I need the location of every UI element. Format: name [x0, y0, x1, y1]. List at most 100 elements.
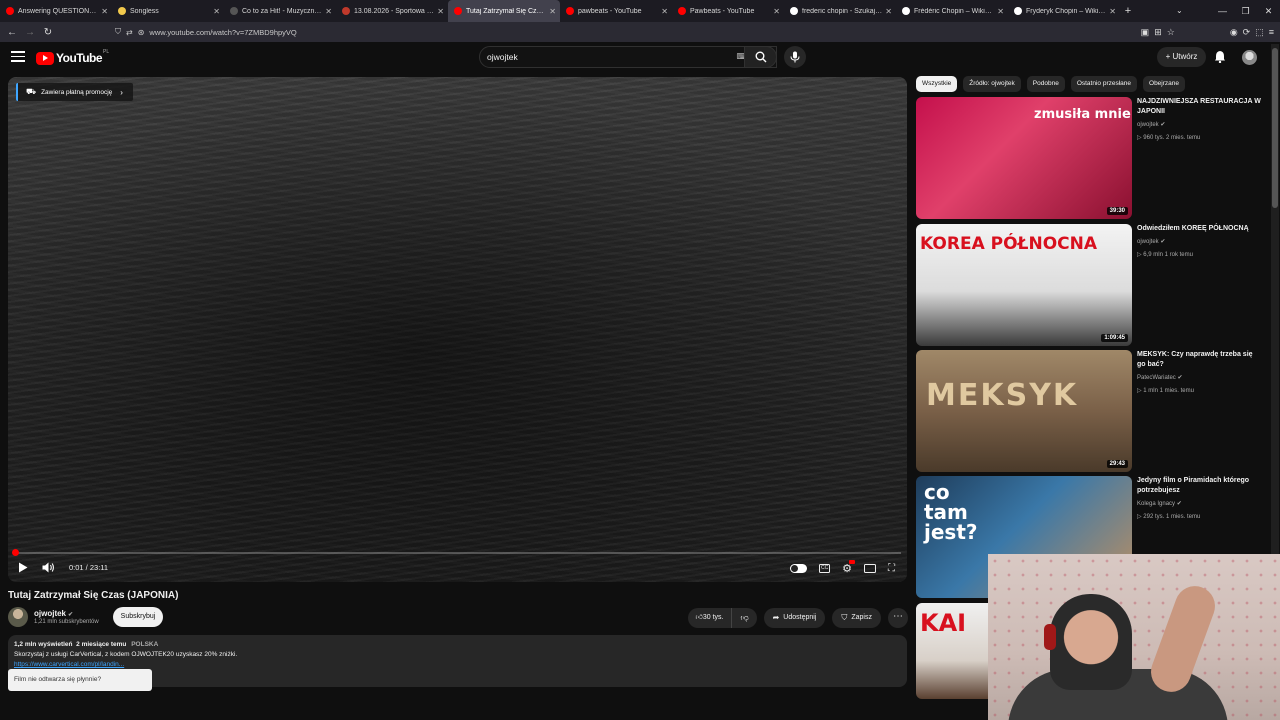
- video-player[interactable]: ⛟ Zawiera płatną promocję › 0:01 / 23:11…: [8, 77, 907, 582]
- youtube-logo[interactable]: YouTube PL: [36, 49, 109, 65]
- subtitles-icon[interactable]: CC: [819, 564, 831, 573]
- bookmark-star-icon[interactable]: ☆: [1167, 27, 1175, 38]
- address-bar[interactable]: ⛉ ⇄ ⊛ www.youtube.com/watch?v=7ZMBD9hpyV…: [115, 24, 1095, 40]
- tab-close-icon[interactable]: ✕: [101, 7, 108, 16]
- fullscreen-icon[interactable]: ⛶: [888, 563, 895, 574]
- tab-close-icon[interactable]: ✕: [885, 7, 892, 16]
- url-text[interactable]: www.youtube.com/watch?v=7ZMBD9hpyVQ: [149, 28, 296, 37]
- sync-icon[interactable]: ⟳: [1243, 27, 1251, 38]
- reader-view-icon[interactable]: ▣: [1141, 27, 1150, 38]
- filter-chip[interactable]: Obejrzane: [1143, 76, 1186, 92]
- recommended-channel-name[interactable]: Kolega Ignacy ✔: [1137, 499, 1262, 509]
- dislike-button[interactable]: 👎︎: [732, 608, 756, 628]
- share-button[interactable]: ➦ Udostępnij: [763, 608, 826, 628]
- browser-tab[interactable]: frederic chopin - Szukaj w Googl✕: [784, 0, 896, 22]
- recommended-channel-text[interactable]: ojwojtek: [1137, 122, 1159, 128]
- recommended-video-info[interactable]: NAJDZIWNIEJSZA RESTAURACJA W JAPONII ojwo…: [1137, 97, 1262, 143]
- minimize-icon[interactable]: —: [1211, 0, 1234, 22]
- playback-issue-toast[interactable]: Film nie odtwarza się płynnie?: [8, 669, 152, 691]
- reload-icon[interactable]: ↻: [39, 27, 57, 38]
- filter-chip[interactable]: Ostatnio przesłane: [1070, 76, 1138, 92]
- tab-close-icon[interactable]: ✕: [773, 7, 780, 16]
- extensions-icon[interactable]: ⬚: [1255, 27, 1264, 38]
- settings-gear-icon[interactable]: ⚙: [842, 560, 855, 575]
- new-tab-button[interactable]: +: [1120, 5, 1136, 17]
- maximize-icon[interactable]: ❐: [1234, 0, 1257, 22]
- recommended-video-title[interactable]: Jedyny film o Piramidach którego potrzeb…: [1137, 476, 1262, 496]
- browser-tab[interactable]: Songless ✕: [112, 0, 224, 22]
- browser-tab[interactable]: pawbeats - YouTube ✕: [560, 0, 672, 22]
- recommended-video-info[interactable]: MEKSYK: Czy naprawdę trzeba się go bać? P…: [1137, 350, 1262, 396]
- menu-icon[interactable]: ≡: [1269, 27, 1274, 37]
- scrollbar-thumb[interactable]: [1272, 48, 1278, 208]
- paid-promotion-badge[interactable]: ⛟ Zawiera płatną promocję ›: [16, 83, 133, 101]
- recommended-video-info[interactable]: Jedyny film o Piramidach którego potrzeb…: [1137, 476, 1262, 522]
- search-button[interactable]: [744, 46, 777, 68]
- video-thumbnail[interactable]: zmusiła mnie 39:30: [916, 97, 1132, 219]
- channel-name-text[interactable]: ojwojtek: [34, 609, 66, 618]
- recommended-video[interactable]: MEKSYK 29:43 MEKSYK: Czy naprawdę trzeba s…: [916, 350, 1264, 472]
- subscribe-button[interactable]: Subskrybuj: [113, 607, 163, 627]
- account-avatar[interactable]: [1242, 50, 1257, 65]
- close-window-icon[interactable]: ✕: [1257, 0, 1280, 22]
- volume-icon[interactable]: [42, 562, 55, 573]
- recommended-channel-text[interactable]: PatecWariatec: [1137, 375, 1176, 381]
- recommended-video-title[interactable]: Odwiedziłem KOREĘ PÓŁNOCNĄ: [1137, 224, 1262, 234]
- forward-icon[interactable]: →: [21, 27, 39, 38]
- tab-close-icon[interactable]: ✕: [997, 7, 1004, 16]
- browser-tab[interactable]: Answering QUESTIONS 😊 Q&A✕: [0, 0, 112, 22]
- hamburger-menu-icon[interactable]: [11, 51, 25, 63]
- tab-close-icon[interactable]: ✕: [437, 7, 444, 16]
- search-input[interactable]: ojwojtek ⌨ ✕: [479, 46, 777, 68]
- filter-chip[interactable]: Wszystkie: [916, 76, 958, 92]
- browser-tab[interactable]: 13.08.2026 - Sportowa krzyżówk✕: [336, 0, 448, 22]
- voice-search-button[interactable]: [784, 46, 806, 68]
- permissions-icon[interactable]: ⇄: [126, 28, 133, 37]
- browser-tab[interactable]: Pawbeats - YouTube ✕: [672, 0, 784, 22]
- video-thumbnail[interactable]: MEKSYK 29:43: [916, 350, 1132, 472]
- browser-tab[interactable]: Co to za Hit! - Muzyczny Quiz Hip-H✕: [224, 0, 336, 22]
- progress-bar[interactable]: [11, 549, 901, 556]
- tab-close-icon[interactable]: ✕: [661, 7, 668, 16]
- description-link[interactable]: https://www.carvertical.com/pl/landin...: [14, 661, 901, 668]
- browser-tab[interactable]: Frédéric Chopin – Wikipedia ✕: [896, 0, 1008, 22]
- shield-icon[interactable]: ⛉: [115, 27, 121, 37]
- filter-chip[interactable]: Podobne: [1026, 76, 1065, 92]
- filter-chip[interactable]: Źródło: ojwojtek: [963, 76, 1021, 92]
- recommended-channel-text[interactable]: ojwojtek: [1137, 239, 1159, 245]
- create-button[interactable]: + Utwórz: [1157, 47, 1206, 67]
- recommended-video-title[interactable]: MEKSYK: Czy naprawdę trzeba się go bać?: [1137, 350, 1262, 370]
- recommended-channel-name[interactable]: ojwojtek ✔: [1137, 237, 1262, 247]
- channel-name[interactable]: ojwojtek ✔: [34, 609, 73, 618]
- location-tag[interactable]: POLSKA: [131, 641, 158, 648]
- like-button[interactable]: 👍︎ 30 tys.: [688, 608, 733, 628]
- notifications-bell-icon[interactable]: [1214, 50, 1226, 63]
- tab-close-icon[interactable]: ✕: [549, 7, 556, 16]
- tab-close-icon[interactable]: ✕: [1109, 7, 1116, 16]
- theater-mode-icon[interactable]: [864, 564, 876, 573]
- back-icon[interactable]: ←: [3, 27, 21, 38]
- search-query[interactable]: ojwojtek: [487, 52, 518, 62]
- tab-close-icon[interactable]: ✕: [325, 7, 332, 16]
- recommended-video-title[interactable]: NAJDZIWNIEJSZA RESTAURACJA W JAPONII: [1137, 97, 1262, 117]
- tab-list-button[interactable]: ⌄: [1176, 0, 1183, 22]
- channel-avatar[interactable]: [8, 607, 28, 627]
- recommended-channel-name[interactable]: PatecWariatec ✔: [1137, 373, 1262, 383]
- recommended-channel-text[interactable]: Kolega Ignacy: [1137, 501, 1175, 507]
- more-actions-button[interactable]: ⋯: [888, 608, 908, 628]
- account-icon[interactable]: ◉: [1230, 27, 1238, 38]
- progress-scrubber[interactable]: [11, 549, 19, 556]
- recommended-video[interactable]: KOREA PÓŁNOCNA 1:09:45 Odwiedziłem KOREĘ P…: [916, 224, 1264, 346]
- recommended-video-info[interactable]: Odwiedziłem KOREĘ PÓŁNOCNĄ ojwojtek ✔ ▷ 6,…: [1137, 224, 1262, 260]
- recommended-video[interactable]: zmusiła mnie 39:30 NAJDZIWNIEJSZA RESTAURA…: [916, 97, 1264, 219]
- browser-tab[interactable]: Tutaj Zatrzymał Się Czas (JA✕: [448, 0, 560, 22]
- lock-icon[interactable]: ⊛: [138, 28, 145, 37]
- save-button[interactable]: ⛉ Zapisz: [832, 608, 881, 628]
- recommended-channel-name[interactable]: ojwojtek ✔: [1137, 120, 1262, 130]
- video-thumbnail[interactable]: KOREA PÓŁNOCNA 1:09:45: [916, 224, 1132, 346]
- tab-close-icon[interactable]: ✕: [213, 7, 220, 16]
- browser-tab[interactable]: Fryderyk Chopin – Wikipedia, wol✕: [1008, 0, 1120, 22]
- autoplay-toggle[interactable]: [790, 564, 808, 573]
- screenshot-icon[interactable]: ⊞: [1154, 27, 1162, 38]
- play-icon[interactable]: [18, 562, 28, 573]
